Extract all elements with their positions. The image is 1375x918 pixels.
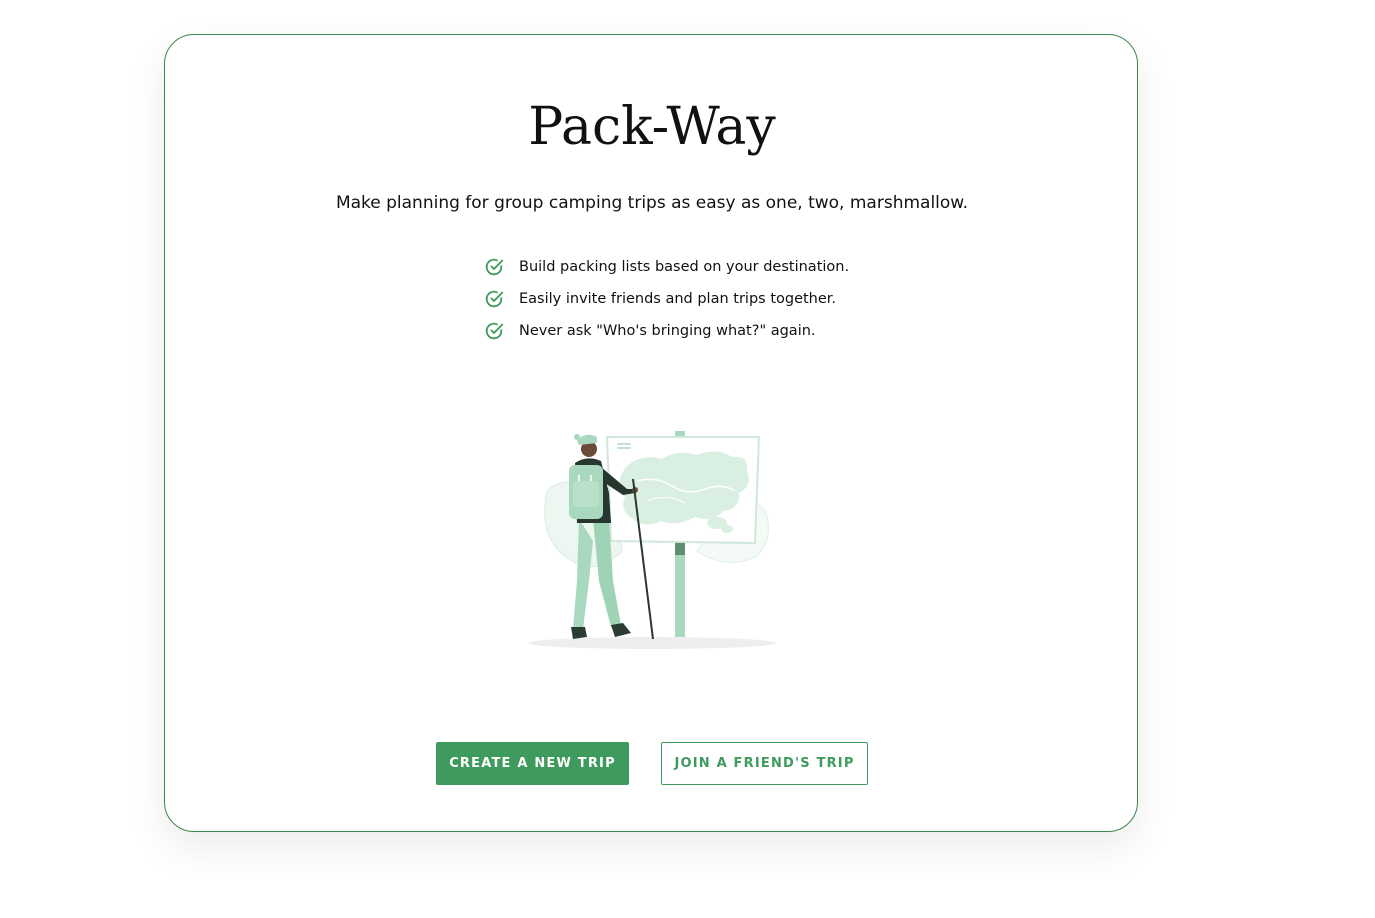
hiker-with-map-illustration [528,431,776,649]
feature-text: Build packing lists based on your destin… [519,259,850,275]
feature-list: Build packing lists based on your destin… [483,251,849,347]
feature-item: Easily invite friends and plan trips tog… [483,283,849,315]
join-trip-button[interactable]: JOIN A FRIEND'S TRIP [661,742,868,785]
check-circle-icon [485,322,504,340]
tagline: Make planning for group camping trips as… [335,193,969,213]
feature-text: Easily invite friends and plan trips tog… [519,291,837,307]
feature-item: Never ask "Who's bringing what?" again. [483,315,849,347]
app-title: Pack-Way [528,97,776,157]
feature-item: Build packing lists based on your destin… [483,251,849,283]
landing-card: Pack-Way Make planning for group camping… [164,34,1138,832]
create-trip-button[interactable]: CREATE A NEW TRIP [436,742,629,785]
feature-text: Never ask "Who's bringing what?" again. [519,323,816,339]
check-circle-icon [485,258,504,276]
check-circle-icon [485,290,504,308]
